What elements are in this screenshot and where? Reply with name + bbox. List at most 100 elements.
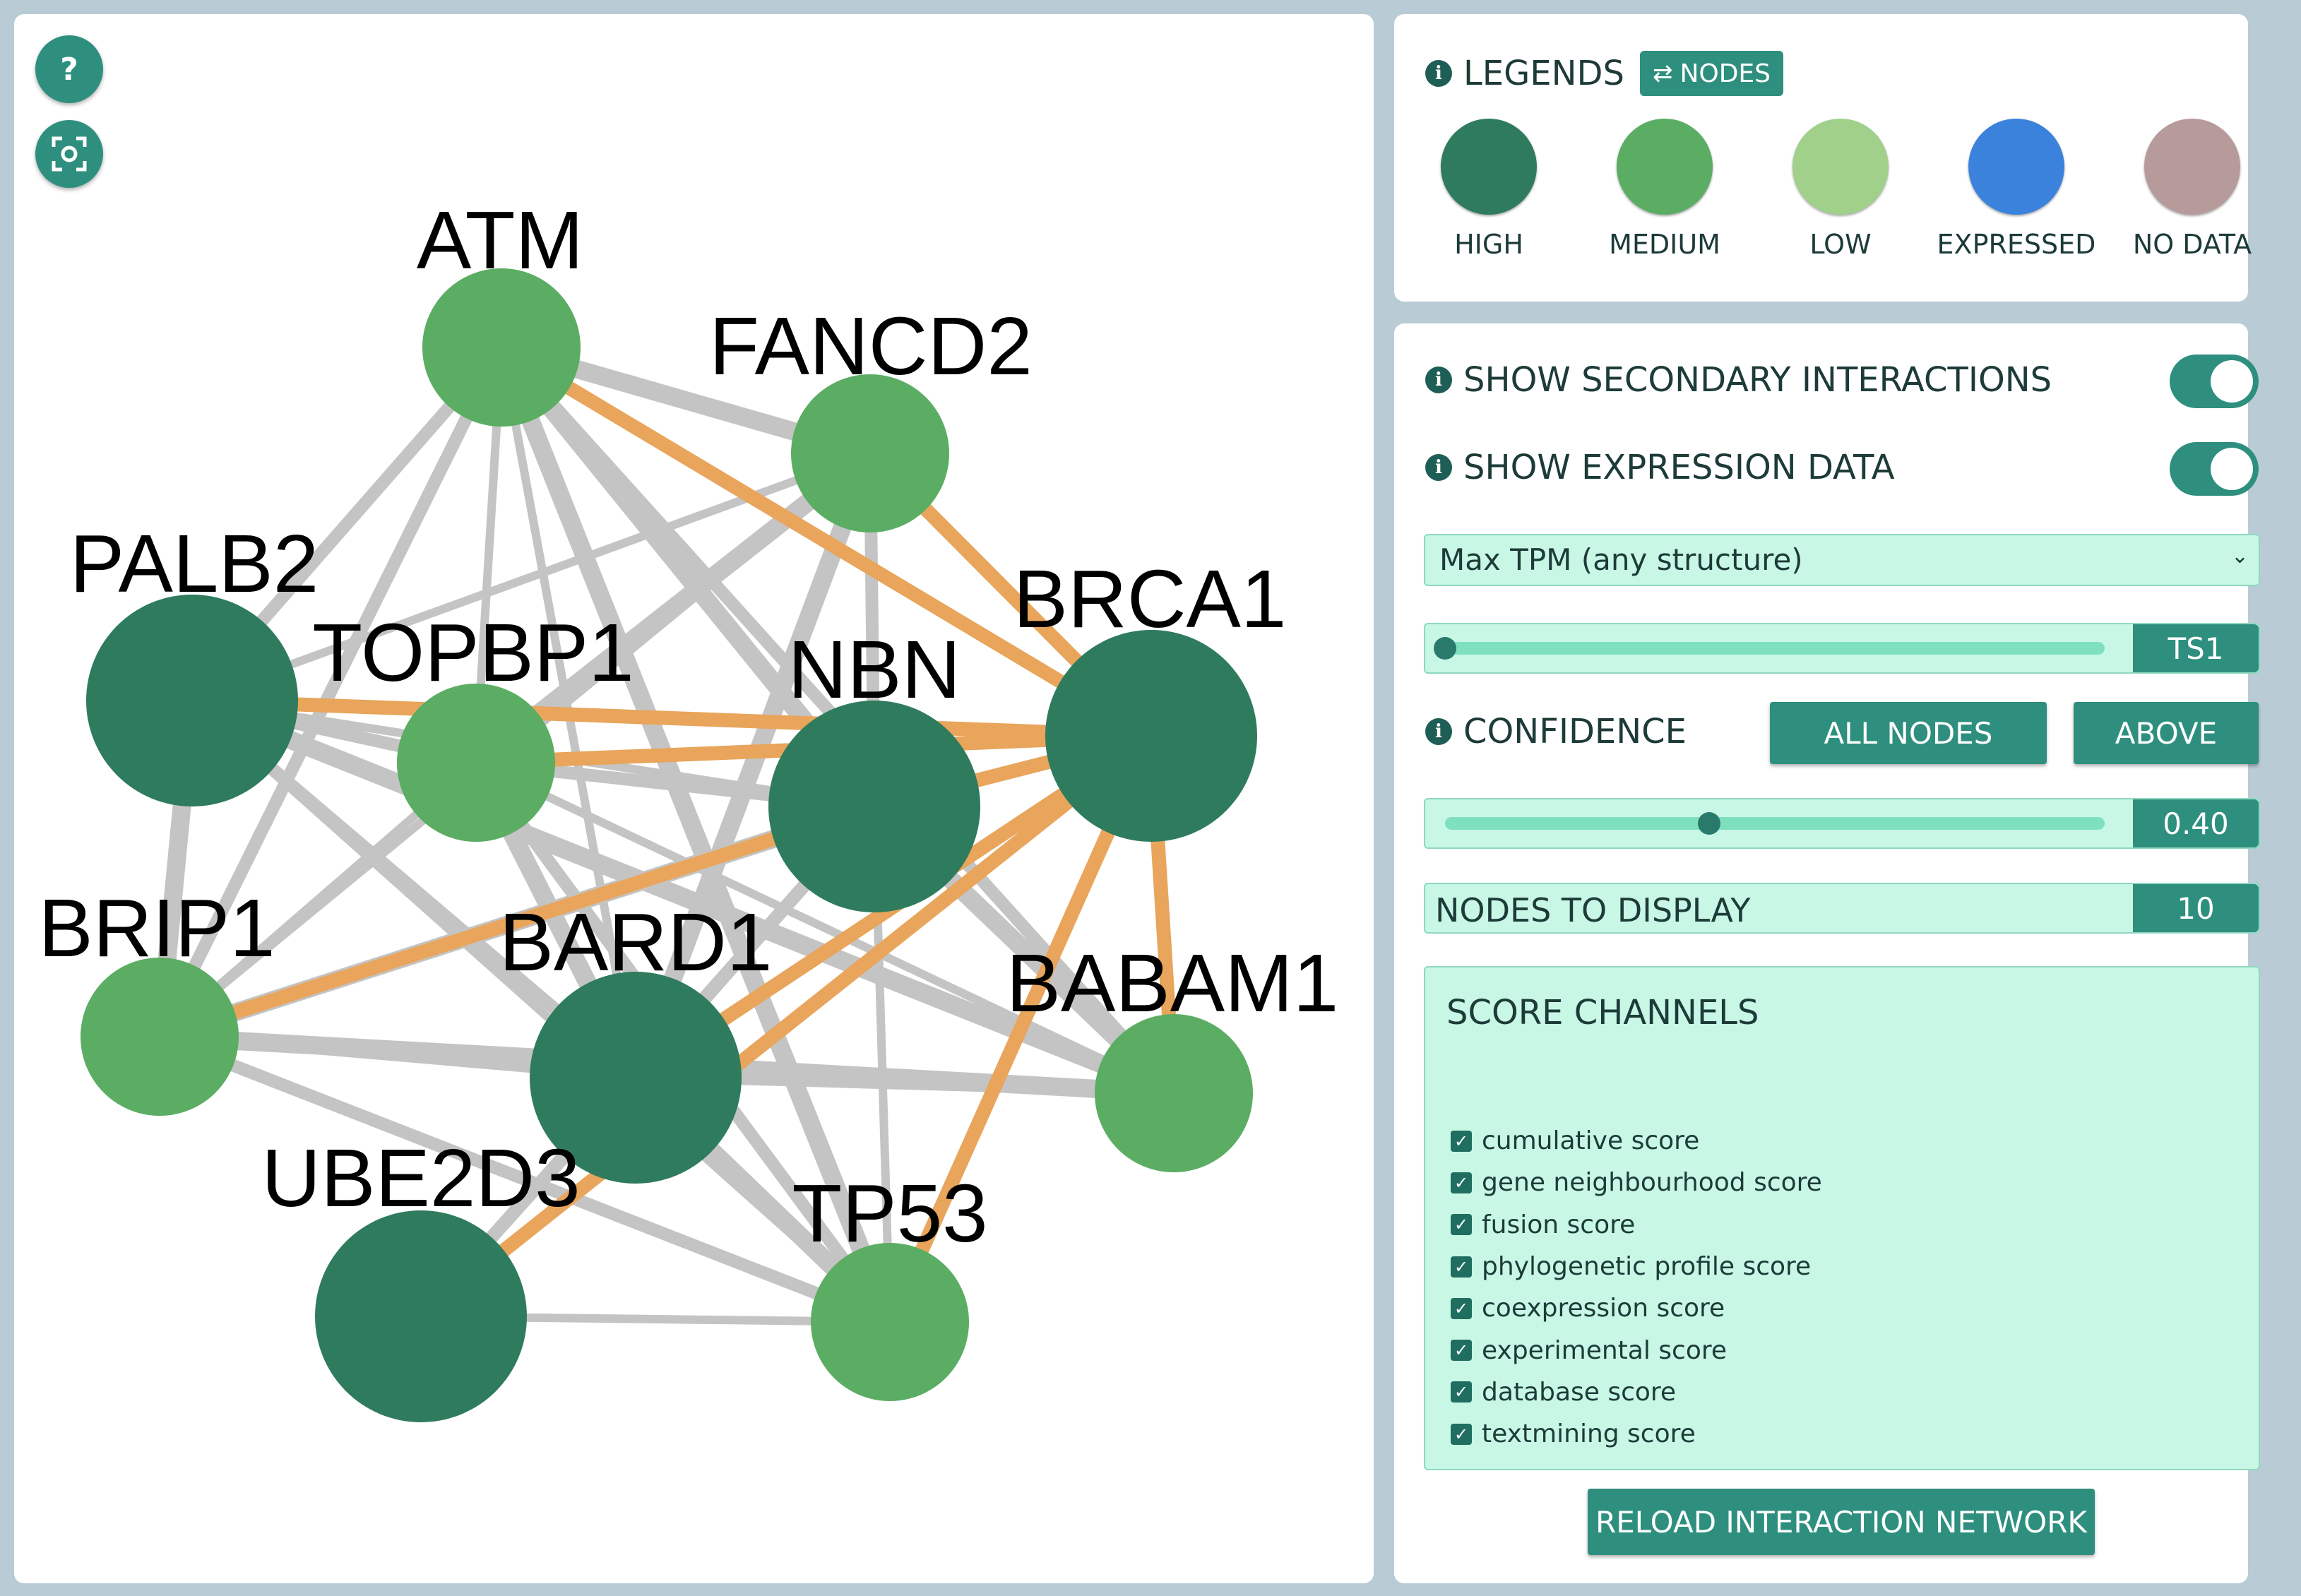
score-channel-item[interactable]: ✓ database score: [1451, 1371, 1822, 1413]
legend-nodes-toggle-button[interactable]: ⇄ NODES: [1639, 51, 1784, 96]
confidence-row: i CONFIDENCE: [1425, 712, 1687, 751]
node-circle[interactable]: [81, 958, 239, 1116]
checkbox-checked-icon[interactable]: ✓: [1451, 1381, 1472, 1403]
node-topbp1[interactable]: [397, 684, 555, 842]
node-palb2[interactable]: [86, 595, 298, 806]
node-circle[interactable]: [811, 1243, 969, 1401]
help-button[interactable]: ?: [35, 35, 103, 103]
node-label: FANCD2: [709, 300, 1033, 392]
node-circle[interactable]: [1095, 1014, 1253, 1172]
above-button[interactable]: ABOVE: [2074, 702, 2259, 764]
score-channel-item[interactable]: ✓ phylogenetic profile score: [1451, 1246, 1822, 1287]
node-label: BRCA1: [1013, 553, 1287, 645]
checkbox-checked-icon[interactable]: ✓: [1451, 1172, 1472, 1193]
legend-item-no-data: NO DATA: [2104, 119, 2281, 260]
node-circle[interactable]: [315, 1210, 527, 1422]
score-channel-label: database score: [1482, 1377, 1677, 1407]
secondary-interactions-row: i SHOW SECONDARY INTERACTIONS: [1425, 360, 2052, 400]
checkbox-checked-icon[interactable]: ✓: [1451, 1256, 1472, 1278]
info-icon[interactable]: i: [1425, 367, 1452, 393]
node-circle[interactable]: [768, 701, 980, 912]
secondary-interactions-toggle[interactable]: [2170, 355, 2259, 408]
score-channel-label: phylogenetic profile score: [1482, 1252, 1812, 1282]
node-circle[interactable]: [1045, 630, 1257, 842]
legend-swatch: [1968, 119, 2064, 215]
confidence-label: CONFIDENCE: [1463, 712, 1687, 751]
node-label: BRIP1: [38, 882, 275, 974]
expression-data-row: i SHOW EXPRESSION DATA: [1425, 448, 1895, 487]
screenshot-button[interactable]: [35, 120, 103, 188]
legend-item-high: HIGH: [1401, 119, 1577, 260]
legend-title: LEGENDS: [1463, 54, 1624, 93]
nodes-to-display-label: NODES TO DISPLAY: [1435, 891, 1751, 929]
node-circle[interactable]: [86, 595, 298, 806]
tpm-select[interactable]: Max TPM (any structure) ⌄: [1424, 534, 2260, 586]
score-channel-item[interactable]: ✓ cumulative score: [1451, 1120, 1822, 1162]
checkbox-checked-icon[interactable]: ✓: [1451, 1214, 1472, 1236]
checkbox-checked-icon[interactable]: ✓: [1451, 1423, 1472, 1445]
score-channel-label: fusion score: [1482, 1210, 1636, 1239]
score-channel-item[interactable]: ✓ coexpression score: [1451, 1287, 1822, 1329]
legend-swatch: [1792, 119, 1889, 215]
score-channel-label: coexpression score: [1482, 1294, 1725, 1323]
legend-item-expressed: EXPRESSED: [1928, 119, 2105, 260]
node-brip1[interactable]: [81, 958, 239, 1116]
confidence-slider-track[interactable]: [1445, 817, 2105, 830]
stage-slider-handle[interactable]: [1434, 637, 1456, 660]
score-channel-label: textmining score: [1482, 1419, 1696, 1449]
node-label: UBE2D3: [261, 1132, 580, 1224]
controls-panel: i SHOW SECONDARY INTERACTIONS i SHOW EXP…: [1394, 323, 2260, 1583]
node-atm[interactable]: [422, 268, 581, 427]
legend-item-medium: MEDIUM: [1576, 119, 1753, 260]
stage-slider-track[interactable]: [1445, 642, 2105, 655]
info-icon[interactable]: i: [1425, 718, 1452, 745]
node-label: TOPBP1: [312, 607, 634, 698]
node-ube2d3[interactable]: [315, 1210, 527, 1422]
legend-swatch: [2144, 119, 2240, 215]
score-channel-item[interactable]: ✓ fusion score: [1451, 1204, 1822, 1246]
toggle-knob: [2211, 360, 2253, 403]
nodes-to-display-field[interactable]: NODES TO DISPLAY 10: [1424, 883, 2260, 934]
expression-data-toggle[interactable]: [2170, 442, 2259, 496]
node-circle[interactable]: [397, 684, 555, 842]
node-babam1[interactable]: [1095, 1014, 1253, 1172]
confidence-slider-handle[interactable]: [1697, 812, 1720, 835]
info-icon[interactable]: i: [1425, 60, 1452, 87]
node-nbn[interactable]: [768, 701, 980, 912]
expression-data-label: SHOW EXPRESSION DATA: [1463, 448, 1895, 487]
node-brca1[interactable]: [1045, 630, 1257, 842]
score-channel-item[interactable]: ✓ gene neighbourhood score: [1451, 1162, 1822, 1203]
info-icon[interactable]: i: [1425, 454, 1452, 481]
score-channel-label: cumulative score: [1482, 1126, 1700, 1156]
legend-label: NO DATA: [2132, 229, 2252, 260]
node-label: BABAM1: [1006, 937, 1339, 1029]
checkbox-checked-icon[interactable]: ✓: [1451, 1340, 1472, 1362]
nodes-to-display-value[interactable]: 10: [2133, 884, 2259, 932]
node-tp53[interactable]: [811, 1243, 969, 1401]
confidence-value: 0.40: [2133, 799, 2259, 847]
network-panel[interactable]: ATM FANCD2 PALB2 TOPBP1 NBN BRCA1 BRIP1 BARD1 BA…: [14, 14, 1374, 1583]
node-label: TP53: [792, 1167, 987, 1259]
stage-slider[interactable]: TS1: [1424, 623, 2260, 674]
score-channels-box: SCORE CHANNELS ✓ cumulative score ✓ gene ne…: [1424, 966, 2260, 1470]
network-graph[interactable]: ATM FANCD2 PALB2TOPBP1 NBN BRCA1 BRIP1 BARD1 BA…: [14, 14, 1374, 1583]
help-icon: ?: [60, 51, 78, 88]
legend-label: LOW: [1809, 229, 1872, 260]
confidence-slider[interactable]: 0.40: [1424, 798, 2260, 849]
checkbox-checked-icon[interactable]: ✓: [1451, 1130, 1472, 1152]
score-channel-item[interactable]: ✓ experimental score: [1451, 1329, 1822, 1371]
all-nodes-button[interactable]: ALL NODES: [1770, 702, 2047, 764]
node-circle[interactable]: [791, 374, 949, 532]
checkbox-checked-icon[interactable]: ✓: [1451, 1297, 1472, 1319]
legend-header: i LEGENDS ⇄ NODES: [1425, 51, 1784, 96]
node-circle[interactable]: [422, 268, 581, 427]
score-channel-item[interactable]: ✓ textmining score: [1451, 1413, 1822, 1455]
node-fancd2[interactable]: [791, 374, 949, 532]
node-label: ATM: [417, 194, 583, 286]
legend-swatch: [1617, 119, 1713, 215]
score-channel-label: experimental score: [1482, 1335, 1728, 1365]
score-channel-label: gene neighbourhood score: [1482, 1168, 1822, 1198]
node-label: NBN: [788, 624, 961, 715]
legend-label: HIGH: [1454, 229, 1523, 260]
reload-network-button[interactable]: RELOAD INTERACTION NETWORK: [1588, 1489, 2095, 1555]
